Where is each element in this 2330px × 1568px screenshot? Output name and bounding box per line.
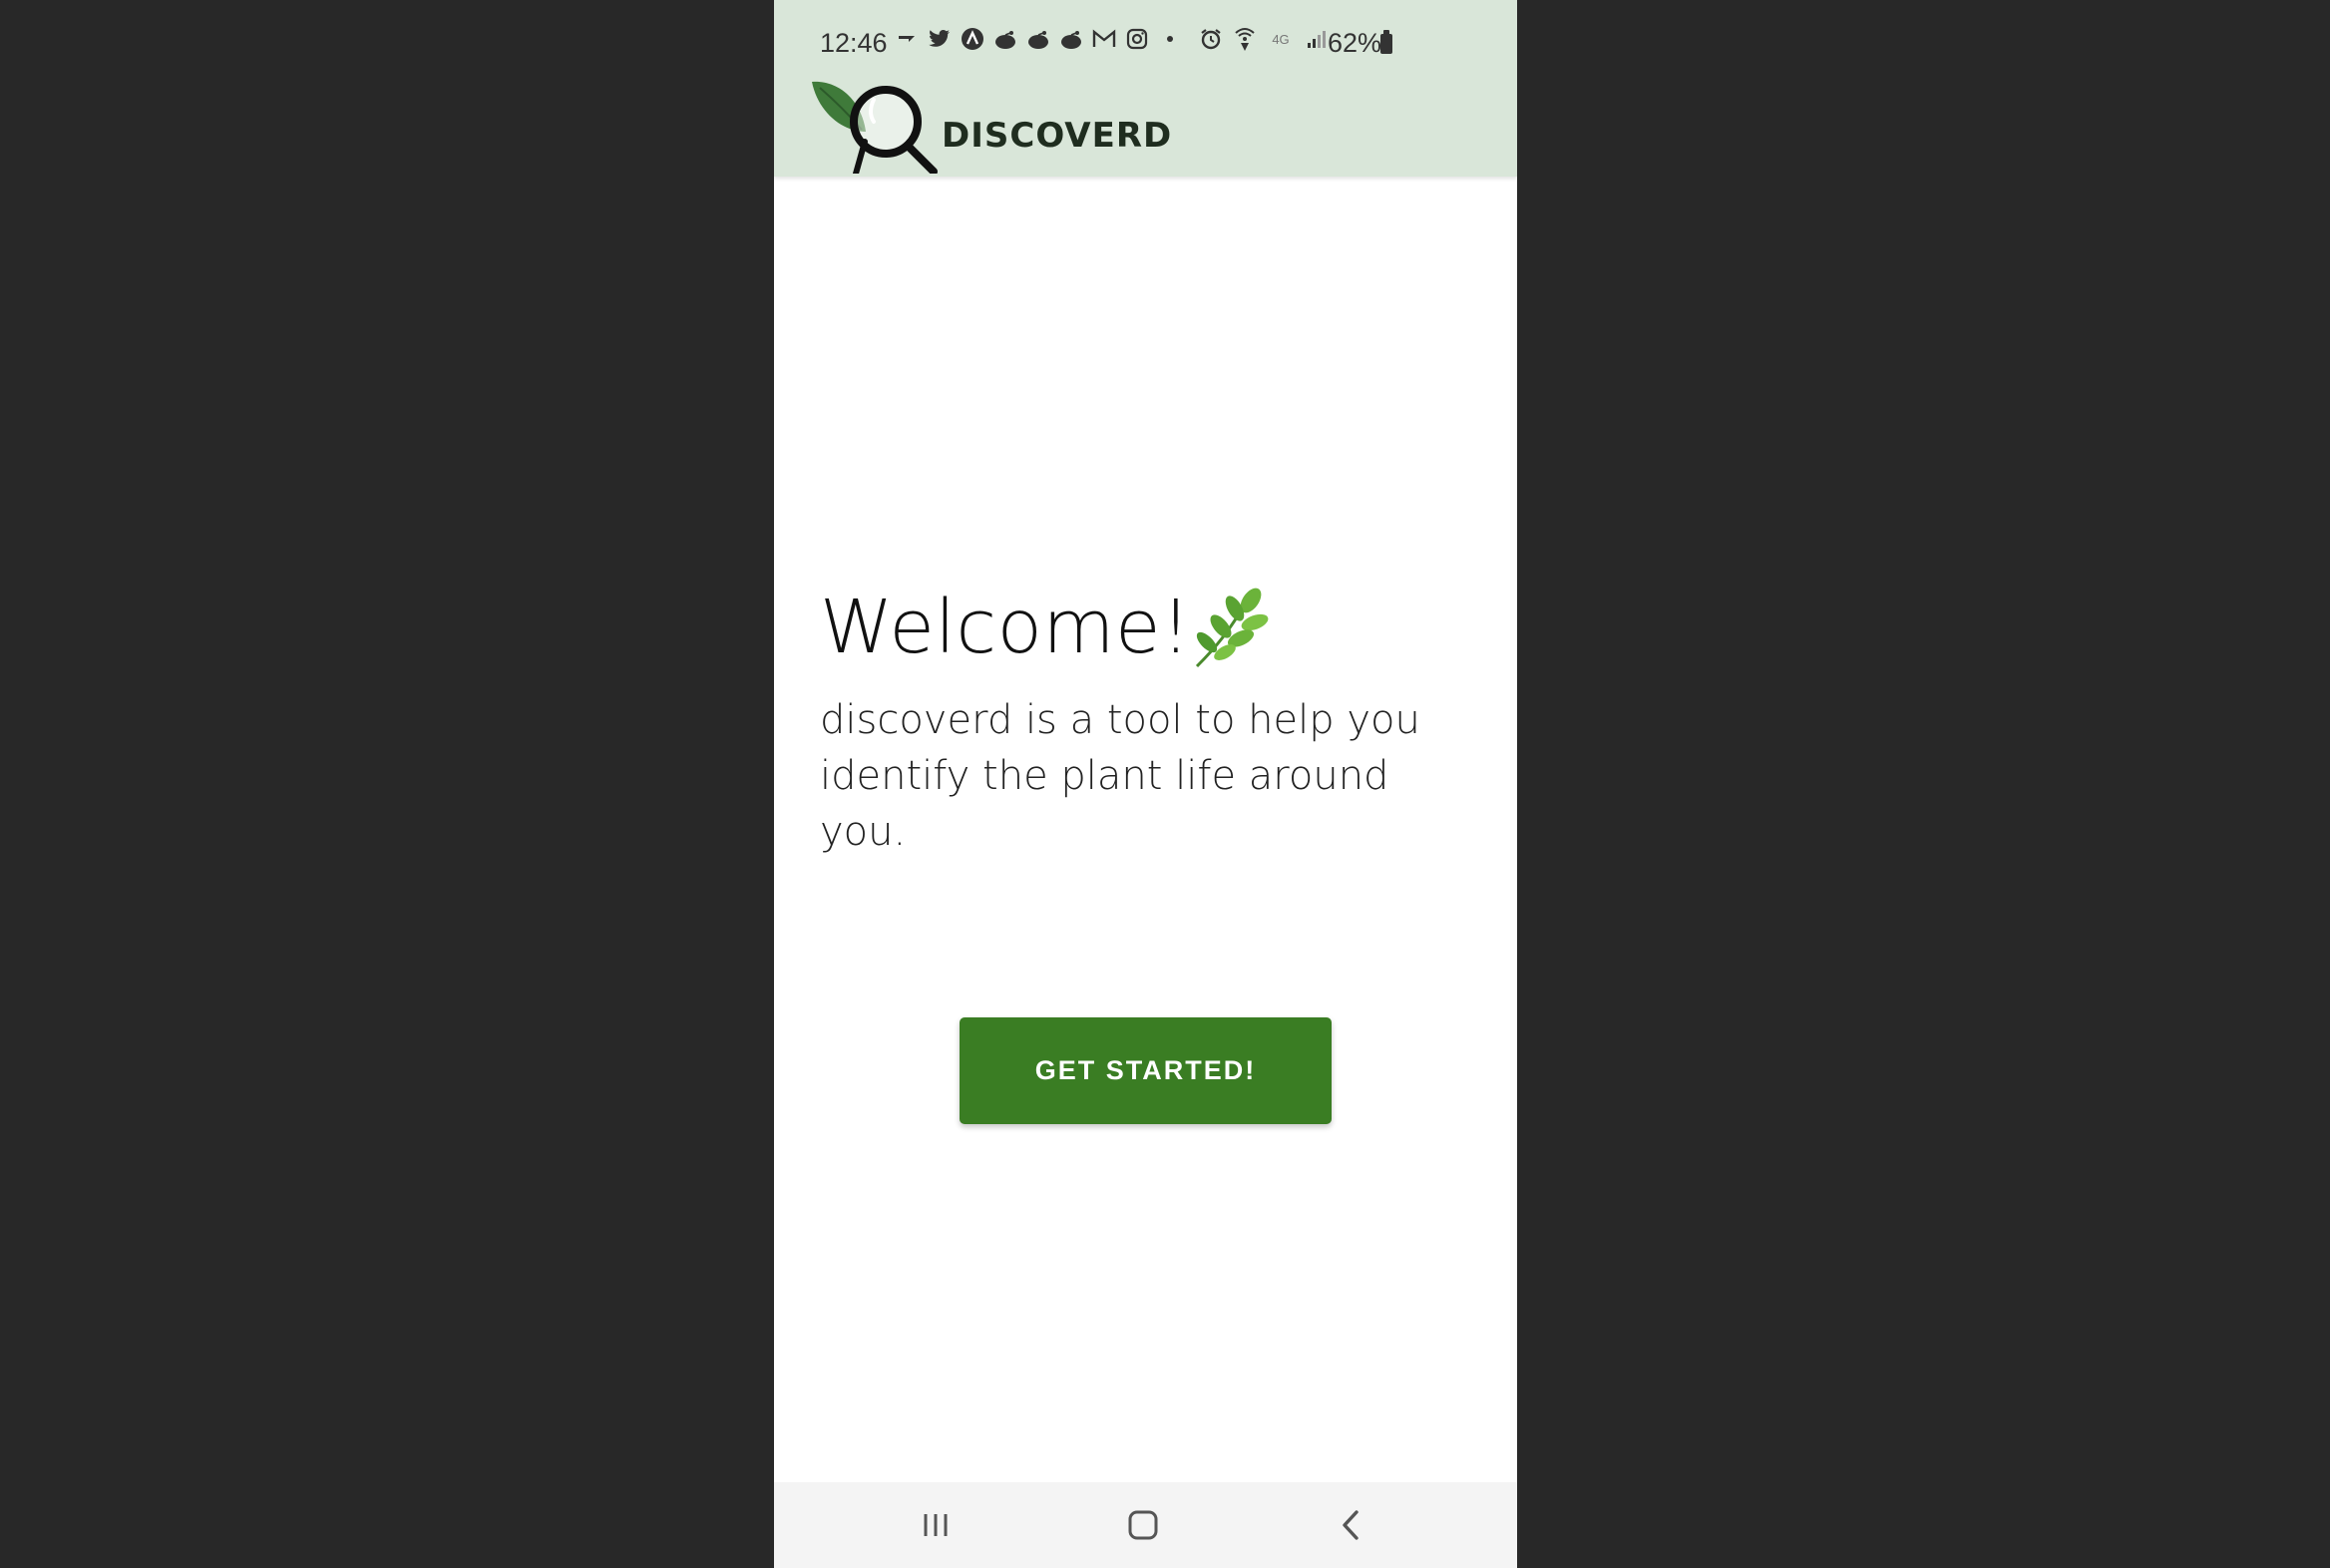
alarm-icon [1198,26,1224,52]
navigation-arrow-icon [894,26,920,52]
reddit-icon [992,26,1018,52]
status-bar: 12:46 4G 62% [774,18,1517,72]
system-icons: 4G [1198,26,1330,52]
reddit-icon [1025,26,1051,52]
screen-background: 12:46 4G 62% DISCOVERD Welcome! discover… [0,0,2330,1568]
battery-percent: 62% [1328,28,1382,58]
dot-icon [1157,26,1183,52]
herb-leaf-icon [1185,587,1269,670]
instagram-icon [1124,26,1150,52]
battery-icon [1380,30,1392,54]
system-nav-bar [774,1482,1517,1568]
reddit-icon [1058,26,1084,52]
back-icon[interactable] [1321,1500,1380,1550]
leaf-magnifier-logo [810,78,940,177]
wifi-calling-icon [1232,26,1258,52]
notification-icons [894,26,1183,52]
welcome-title: Welcome! [820,585,1192,670]
status-time: 12:46 [820,28,888,58]
phone-screen: 12:46 4G 62% DISCOVERD Welcome! discover… [774,0,1517,1568]
gmail-icon [1091,26,1117,52]
app-a-icon [960,26,985,52]
twitter-icon [927,26,953,52]
recents-icon[interactable] [906,1500,966,1550]
get-started-button[interactable]: GET STARTED! [960,1017,1332,1124]
app-header: 12:46 4G 62% DISCOVERD [774,0,1517,177]
brand-name: DISCOVERD [942,116,1173,156]
network-4g-icon: 4G [1272,31,1290,47]
signal-icon [1304,26,1330,52]
welcome-description: discoverd is a tool to help you identify… [820,697,1420,855]
home-icon[interactable] [1113,1500,1173,1550]
